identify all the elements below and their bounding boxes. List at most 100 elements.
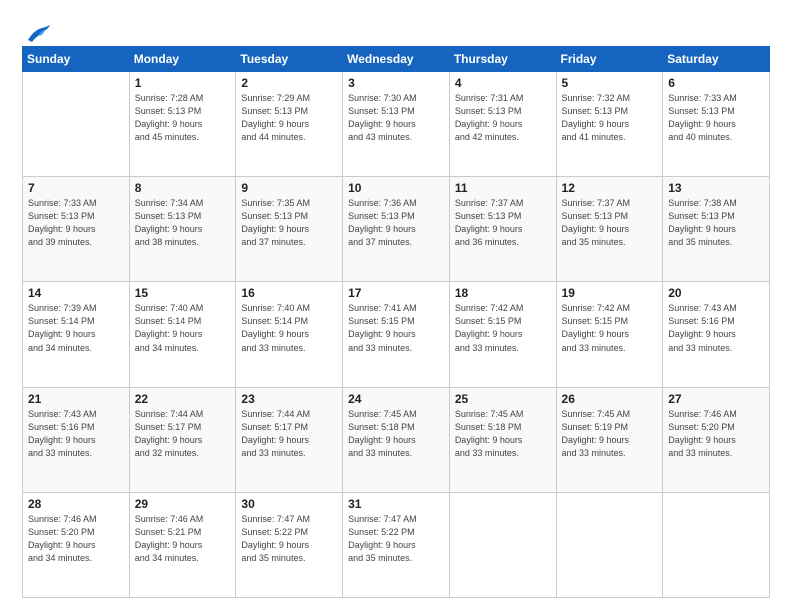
calendar-cell: 22 Sunrise: 7:44 AM Sunset: 5:17 PM Dayli… [129, 387, 236, 492]
day-number: 21 [28, 392, 124, 406]
day-info: Sunrise: 7:37 AM Sunset: 5:13 PM Dayligh… [455, 197, 551, 249]
calendar-cell: 7Sunrise: 7:33 AM Sunset: 5:13 PM Daylig… [23, 177, 130, 282]
day-number: 2 [241, 76, 337, 90]
calendar-cell: 5 Sunrise: 7:32 AM Sunset: 5:13 PM Daylig… [556, 72, 663, 177]
calendar-week-row: 14Sunrise: 7:39 AM Sunset: 5:14 PM Dayli… [23, 282, 770, 387]
calendar-header: SundayMondayTuesdayWednesdayThursdayFrid… [23, 47, 770, 72]
calendar-cell: 20 Sunrise: 7:43 AM Sunset: 5:16 PM Dayli… [663, 282, 770, 387]
day-number: 19 [562, 286, 658, 300]
day-number: 22 [135, 392, 231, 406]
calendar-week-row: 28 Sunrise: 7:46 AM Sunset: 5:20 PM Dayli… [23, 492, 770, 597]
day-info: Sunrise: 7:45 AM Sunset: 5:18 PM Dayligh… [455, 408, 551, 460]
day-number: 13 [668, 181, 764, 195]
calendar-cell: 14Sunrise: 7:39 AM Sunset: 5:14 PM Dayli… [23, 282, 130, 387]
day-info: Sunrise: 7:45 AM Sunset: 5:18 PM Dayligh… [348, 408, 444, 460]
calendar-cell: 27 Sunrise: 7:46 AM Sunset: 5:20 PM Dayli… [663, 387, 770, 492]
day-number: 7 [28, 181, 124, 195]
day-info: Sunrise: 7:33 AM Sunset: 5:13 PM Dayligh… [668, 92, 764, 144]
calendar-cell: 9 Sunrise: 7:35 AM Sunset: 5:13 PM Daylig… [236, 177, 343, 282]
day-number: 29 [135, 497, 231, 511]
calendar-cell: 2 Sunrise: 7:29 AM Sunset: 5:13 PM Daylig… [236, 72, 343, 177]
day-number: 6 [668, 76, 764, 90]
day-number: 26 [562, 392, 658, 406]
day-number: 3 [348, 76, 444, 90]
calendar-cell: 31Sunrise: 7:47 AM Sunset: 5:22 PM Dayli… [343, 492, 450, 597]
day-info: Sunrise: 7:42 AM Sunset: 5:15 PM Dayligh… [455, 302, 551, 354]
calendar-cell: 29 Sunrise: 7:46 AM Sunset: 5:21 PM Dayli… [129, 492, 236, 597]
day-info: Sunrise: 7:40 AM Sunset: 5:14 PM Dayligh… [241, 302, 337, 354]
day-number: 27 [668, 392, 764, 406]
calendar-cell: 4 Sunrise: 7:31 AM Sunset: 5:13 PM Daylig… [449, 72, 556, 177]
day-number: 10 [348, 181, 444, 195]
day-number: 1 [135, 76, 231, 90]
calendar-cell: 25 Sunrise: 7:45 AM Sunset: 5:18 PM Dayli… [449, 387, 556, 492]
day-info: Sunrise: 7:28 AM Sunset: 5:13 PM Dayligh… [135, 92, 231, 144]
day-info: Sunrise: 7:47 AM Sunset: 5:22 PM Dayligh… [348, 513, 444, 565]
calendar-cell [449, 492, 556, 597]
day-number: 9 [241, 181, 337, 195]
calendar-cell: 30Sunrise: 7:47 AM Sunset: 5:22 PM Dayli… [236, 492, 343, 597]
day-info: Sunrise: 7:29 AM Sunset: 5:13 PM Dayligh… [241, 92, 337, 144]
calendar-cell: 15 Sunrise: 7:40 AM Sunset: 5:14 PM Dayli… [129, 282, 236, 387]
calendar-cell: 10 Sunrise: 7:36 AM Sunset: 5:13 PM Dayli… [343, 177, 450, 282]
weekday-row: SundayMondayTuesdayWednesdayThursdayFrid… [23, 47, 770, 72]
calendar-cell [663, 492, 770, 597]
calendar-cell: 11Sunrise: 7:37 AM Sunset: 5:13 PM Dayli… [449, 177, 556, 282]
day-number: 12 [562, 181, 658, 195]
day-number: 14 [28, 286, 124, 300]
calendar-cell: 24 Sunrise: 7:45 AM Sunset: 5:18 PM Dayli… [343, 387, 450, 492]
day-info: Sunrise: 7:45 AM Sunset: 5:19 PM Dayligh… [562, 408, 658, 460]
calendar-cell: 19 Sunrise: 7:42 AM Sunset: 5:15 PM Dayli… [556, 282, 663, 387]
day-info: Sunrise: 7:46 AM Sunset: 5:21 PM Dayligh… [135, 513, 231, 565]
day-number: 8 [135, 181, 231, 195]
day-info: Sunrise: 7:46 AM Sunset: 5:20 PM Dayligh… [668, 408, 764, 460]
calendar-week-row: 1 Sunrise: 7:28 AM Sunset: 5:13 PM Daylig… [23, 72, 770, 177]
day-info: Sunrise: 7:35 AM Sunset: 5:13 PM Dayligh… [241, 197, 337, 249]
day-info: Sunrise: 7:44 AM Sunset: 5:17 PM Dayligh… [241, 408, 337, 460]
day-info: Sunrise: 7:43 AM Sunset: 5:16 PM Dayligh… [668, 302, 764, 354]
logo [22, 22, 52, 40]
day-info: Sunrise: 7:44 AM Sunset: 5:17 PM Dayligh… [135, 408, 231, 460]
day-info: Sunrise: 7:34 AM Sunset: 5:13 PM Dayligh… [135, 197, 231, 249]
calendar-cell: 12 Sunrise: 7:37 AM Sunset: 5:13 PM Dayli… [556, 177, 663, 282]
calendar-cell: 18 Sunrise: 7:42 AM Sunset: 5:15 PM Dayli… [449, 282, 556, 387]
weekday-header: Saturday [663, 47, 770, 72]
calendar-cell: 6 Sunrise: 7:33 AM Sunset: 5:13 PM Daylig… [663, 72, 770, 177]
calendar-cell: 16 Sunrise: 7:40 AM Sunset: 5:14 PM Dayli… [236, 282, 343, 387]
day-number: 28 [28, 497, 124, 511]
day-number: 24 [348, 392, 444, 406]
day-info: Sunrise: 7:46 AM Sunset: 5:20 PM Dayligh… [28, 513, 124, 565]
day-info: Sunrise: 7:36 AM Sunset: 5:13 PM Dayligh… [348, 197, 444, 249]
day-info: Sunrise: 7:40 AM Sunset: 5:14 PM Dayligh… [135, 302, 231, 354]
day-number: 25 [455, 392, 551, 406]
calendar-cell [23, 72, 130, 177]
calendar-cell: 13 Sunrise: 7:38 AM Sunset: 5:13 PM Dayli… [663, 177, 770, 282]
day-info: Sunrise: 7:37 AM Sunset: 5:13 PM Dayligh… [562, 197, 658, 249]
day-number: 5 [562, 76, 658, 90]
day-number: 23 [241, 392, 337, 406]
calendar-cell: 26 Sunrise: 7:45 AM Sunset: 5:19 PM Dayli… [556, 387, 663, 492]
logo-bird-icon [24, 22, 52, 44]
page: SundayMondayTuesdayWednesdayThursdayFrid… [0, 0, 792, 612]
day-info: Sunrise: 7:47 AM Sunset: 5:22 PM Dayligh… [241, 513, 337, 565]
calendar-cell: 21 Sunrise: 7:43 AM Sunset: 5:16 PM Dayli… [23, 387, 130, 492]
day-info: Sunrise: 7:31 AM Sunset: 5:13 PM Dayligh… [455, 92, 551, 144]
day-info: Sunrise: 7:42 AM Sunset: 5:15 PM Dayligh… [562, 302, 658, 354]
day-number: 16 [241, 286, 337, 300]
day-number: 15 [135, 286, 231, 300]
calendar-cell: 8 Sunrise: 7:34 AM Sunset: 5:13 PM Daylig… [129, 177, 236, 282]
day-info: Sunrise: 7:30 AM Sunset: 5:13 PM Dayligh… [348, 92, 444, 144]
calendar-cell: 23 Sunrise: 7:44 AM Sunset: 5:17 PM Dayli… [236, 387, 343, 492]
calendar-cell: 1 Sunrise: 7:28 AM Sunset: 5:13 PM Daylig… [129, 72, 236, 177]
day-info: Sunrise: 7:41 AM Sunset: 5:15 PM Dayligh… [348, 302, 444, 354]
calendar-table: SundayMondayTuesdayWednesdayThursdayFrid… [22, 46, 770, 598]
day-number: 20 [668, 286, 764, 300]
day-info: Sunrise: 7:32 AM Sunset: 5:13 PM Dayligh… [562, 92, 658, 144]
header [22, 18, 770, 40]
day-info: Sunrise: 7:43 AM Sunset: 5:16 PM Dayligh… [28, 408, 124, 460]
day-number: 4 [455, 76, 551, 90]
weekday-header: Thursday [449, 47, 556, 72]
weekday-header: Tuesday [236, 47, 343, 72]
day-number: 18 [455, 286, 551, 300]
day-info: Sunrise: 7:38 AM Sunset: 5:13 PM Dayligh… [668, 197, 764, 249]
